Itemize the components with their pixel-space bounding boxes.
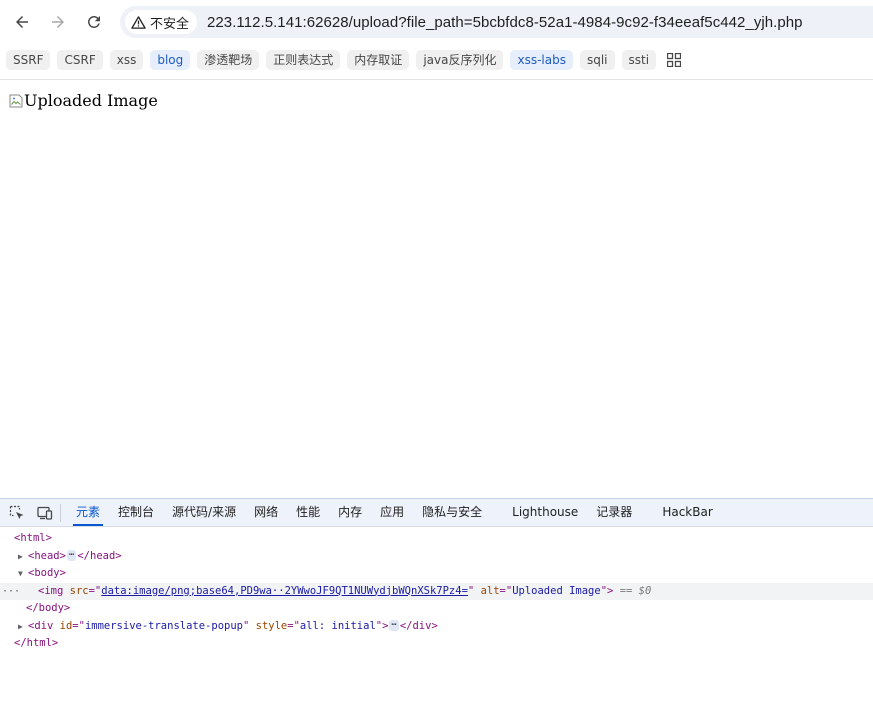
img-src-value[interactable]: data:image/png;base64,PD9wa··2YWwoJF9QT1… <box>101 585 468 597</box>
tab-console[interactable]: 控制台 <box>109 499 163 526</box>
security-chip[interactable]: 不安全 <box>125 10 198 34</box>
dom-node-html-close[interactable]: </html> <box>0 635 873 653</box>
tab-recorder[interactable]: 记录器 <box>587 499 641 526</box>
page-viewport: Uploaded Image <box>0 80 873 498</box>
div-style-attr: style <box>255 619 288 632</box>
collapsed-ellipsis[interactable]: ⋯ <box>66 550 77 561</box>
dom-node-div[interactable]: ▶ <div id="immersive-translate-popup" sty… <box>0 618 873 636</box>
bookmarks-bar: SSRF CSRF xss blog 渗透靶场 正则表达式 内存取证 java反… <box>0 46 873 74</box>
expand-triangle-icon[interactable]: ▶ <box>18 618 28 636</box>
tab-memory[interactable]: 内存 <box>329 499 371 526</box>
bookmark-item[interactable]: blog <box>150 50 191 70</box>
div-style-value: all: initial <box>299 619 376 632</box>
div-open-tag: <div <box>28 619 54 632</box>
devtools-tabbar: 元素 控制台 源代码/来源 网络 性能 内存 应用 隐私与安全 Lighthou… <box>0 499 873 527</box>
url-text[interactable]: 223.112.5.141:62628/upload?file_path=5bc… <box>207 14 803 31</box>
bookmark-item[interactable]: CSRF <box>57 50 103 70</box>
device-toolbar-button[interactable] <box>34 502 56 524</box>
bookmark-item[interactable]: ssti <box>621 50 657 70</box>
all-bookmarks-button[interactable] <box>663 50 685 70</box>
body-close-tag: </body> <box>26 602 71 614</box>
div-id-attr: id <box>59 619 73 632</box>
device-mobile-icon <box>37 506 53 520</box>
dom-node-body-close[interactable]: </body> <box>0 600 873 618</box>
head-open-tag: <head> <box>28 549 66 562</box>
arrow-right-icon <box>52 16 64 28</box>
bookmark-item[interactable]: 正则表达式 <box>266 50 341 70</box>
body-open-tag: <body> <box>28 567 66 579</box>
dom-node-body[interactable]: ▼ <body> <box>0 565 873 583</box>
warning-icon <box>131 15 146 29</box>
arrow-left-icon <box>16 16 28 28</box>
img-alt-attr: alt <box>480 584 500 597</box>
head-close-tag: </head> <box>77 549 122 562</box>
reload-button[interactable] <box>80 8 108 36</box>
collapse-triangle-icon[interactable]: ▼ <box>18 565 28 583</box>
bookmark-item[interactable]: xss-labs <box>510 50 573 70</box>
bookmark-item[interactable]: 内存取证 <box>347 50 410 70</box>
tab-application[interactable]: 应用 <box>371 499 413 526</box>
back-button[interactable] <box>8 8 36 36</box>
inspect-element-button[interactable] <box>6 502 28 524</box>
dom-node-img[interactable]: ··· <img src="data:image/png;base64,PD9w… <box>0 582 873 601</box>
img-alt-value: Uploaded Image <box>512 584 601 597</box>
broken-image-icon <box>9 94 23 107</box>
image-alt-text: Uploaded Image <box>24 91 158 110</box>
more-options-icon[interactable]: ··· <box>2 583 20 601</box>
div-id-value: immersive-translate-popup <box>84 619 243 632</box>
apps-grid-icon <box>667 53 682 67</box>
dom-node-html[interactable]: <html> <box>0 530 873 548</box>
tab-performance[interactable]: 性能 <box>287 499 329 526</box>
devtools-panel: 元素 控制台 源代码/来源 网络 性能 内存 应用 隐私与安全 Lighthou… <box>0 498 873 713</box>
bookmark-item[interactable]: sqli <box>579 50 615 70</box>
selected-node-marker: == $0 <box>619 584 652 597</box>
tab-hackbar[interactable]: HackBar <box>653 499 721 526</box>
html-close-tag: </html> <box>14 637 59 649</box>
uploaded-image: Uploaded Image <box>8 91 158 110</box>
tab-elements[interactable]: 元素 <box>67 499 109 526</box>
dom-node-head[interactable]: ▶ <head> ⋯ </head> <box>0 548 873 566</box>
security-label: 不安全 <box>150 15 190 31</box>
forward-button[interactable] <box>44 8 72 36</box>
tab-privacy-security[interactable]: 隐私与安全 <box>413 499 491 526</box>
reload-icon <box>87 15 100 28</box>
collapsed-ellipsis[interactable]: ⋯ <box>389 620 399 631</box>
expand-triangle-icon[interactable]: ▶ <box>18 548 28 566</box>
html-open-tag: <html> <box>14 532 52 544</box>
tab-lighthouse[interactable]: Lighthouse <box>503 499 587 526</box>
address-bar[interactable]: 不安全 223.112.5.141:62628/upload?file_path… <box>120 6 873 38</box>
cursor-select-icon <box>9 505 24 519</box>
bookmark-item[interactable]: 渗透靶场 <box>197 50 260 70</box>
tab-sources[interactable]: 源代码/来源 <box>163 499 245 526</box>
bookmark-item[interactable]: java反序列化 <box>416 50 504 70</box>
img-close-bracket: > <box>607 584 614 597</box>
img-src-attr: src <box>69 584 89 597</box>
div-close-tag: </div> <box>399 619 438 632</box>
bookmark-item[interactable]: xss <box>109 50 144 70</box>
toolbar-separator <box>60 503 61 522</box>
tab-network[interactable]: 网络 <box>245 499 287 526</box>
img-open-tag: <img <box>38 584 64 597</box>
dom-tree: <html> ▶ <head> ⋯ </head> ▼ <body> ··· <img … <box>0 527 873 653</box>
bookmark-item[interactable]: SSRF <box>6 50 51 70</box>
browser-toolbar: 不安全 223.112.5.141:62628/upload?file_path… <box>0 0 873 44</box>
